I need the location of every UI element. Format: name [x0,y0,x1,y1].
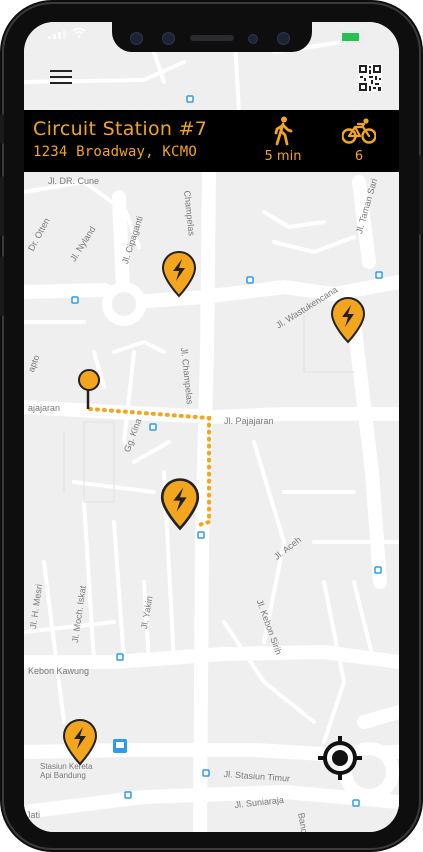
speaker-grille [190,35,234,41]
camera-icon [162,32,175,45]
map-street-label: Kebon Kawung [28,666,90,676]
bicycle-icon [342,118,376,144]
map-street-label: Jati [26,810,41,820]
volume-up-button [0,176,4,236]
battery-icon [340,31,364,43]
map-street-label: ajajaran [28,403,61,413]
volume-down-button [0,256,4,316]
camera-icon [130,32,143,45]
signal-strength-icon [48,30,66,39]
lightning-pin-icon[interactable] [62,718,98,766]
sensor-icon [248,34,258,44]
map-street-label: Jl. Pajajaran [224,416,274,426]
train-station-icon [113,739,127,753]
power-button [419,155,423,235]
hamburger-menu-icon[interactable] [50,70,72,86]
station-address: 1234 Broadway, KCMO [33,144,197,160]
walking-person-icon [274,116,293,146]
front-camera-icon [277,32,290,45]
station-name: Circuit Station #7 [33,118,208,140]
qr-code-icon[interactable] [358,64,382,92]
origin-pin-icon[interactable] [76,368,102,394]
phone-notch [112,22,312,52]
bike-count: 6 [354,149,364,164]
walk-time: 5 min [264,149,302,164]
wifi-icon [72,27,86,38]
map-street-label: Jl. DR. Cune [48,176,100,186]
lightning-pin-icon[interactable] [161,250,197,298]
crosshair-locate-icon[interactable] [317,735,363,781]
selected-lightning-pin-icon[interactable] [160,477,200,531]
screen: Jl. DR. Cune Jl. Nyland Jl. Cipaganti Champ… [24,22,399,832]
lightning-pin-icon[interactable] [330,296,366,344]
mute-switch [0,114,4,144]
